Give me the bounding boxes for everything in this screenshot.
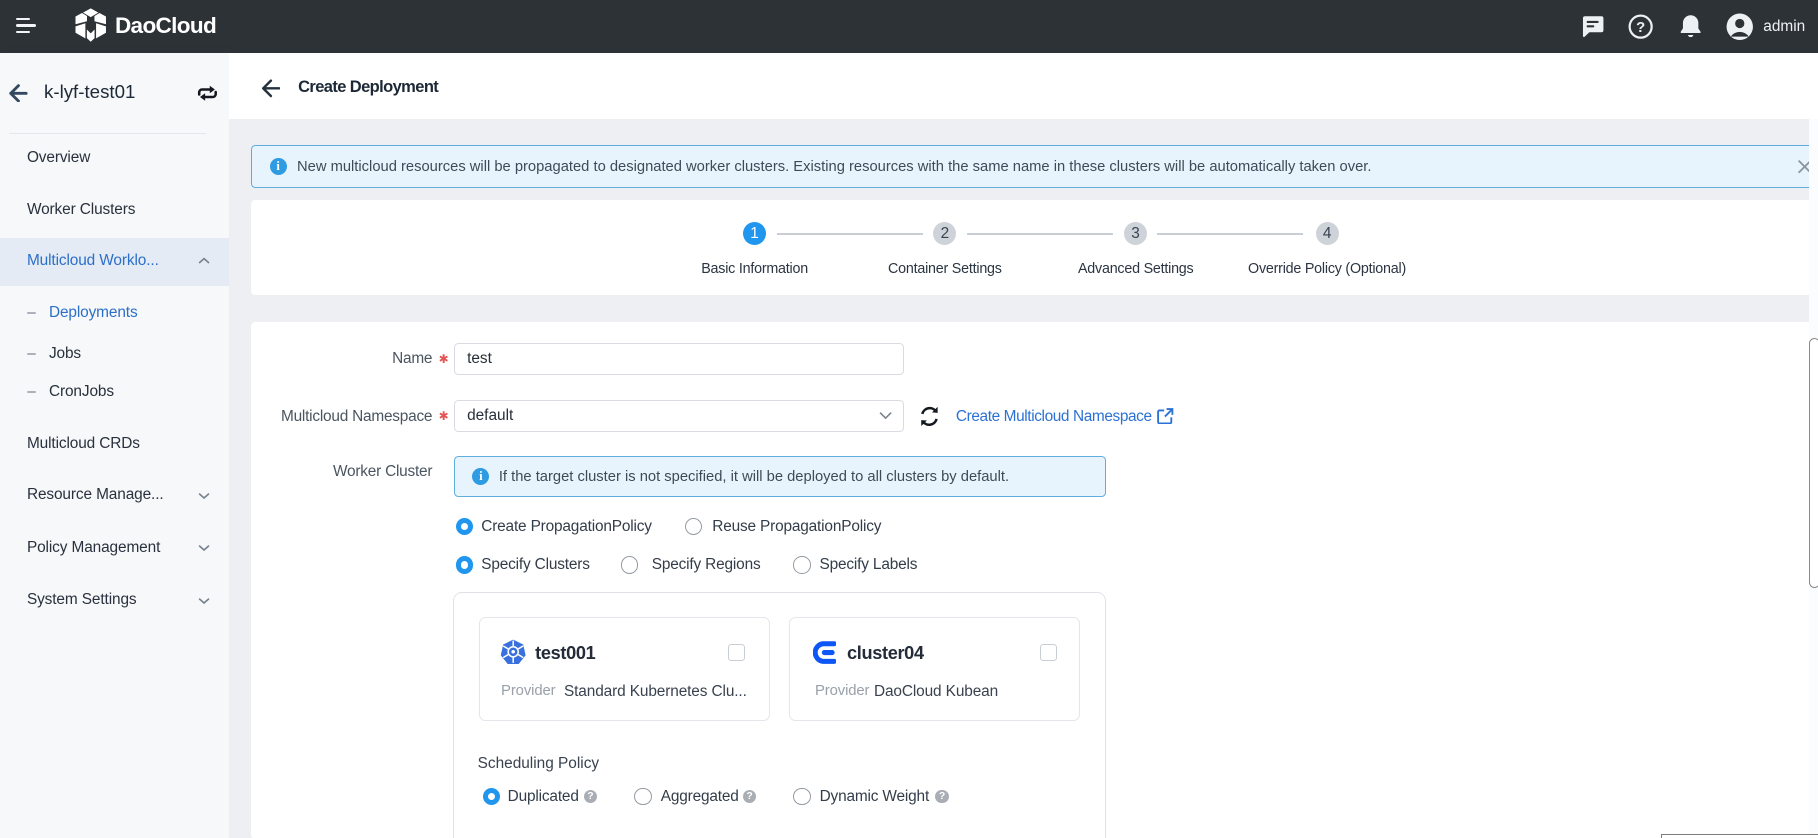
svg-text:?: ? [1636,20,1645,36]
